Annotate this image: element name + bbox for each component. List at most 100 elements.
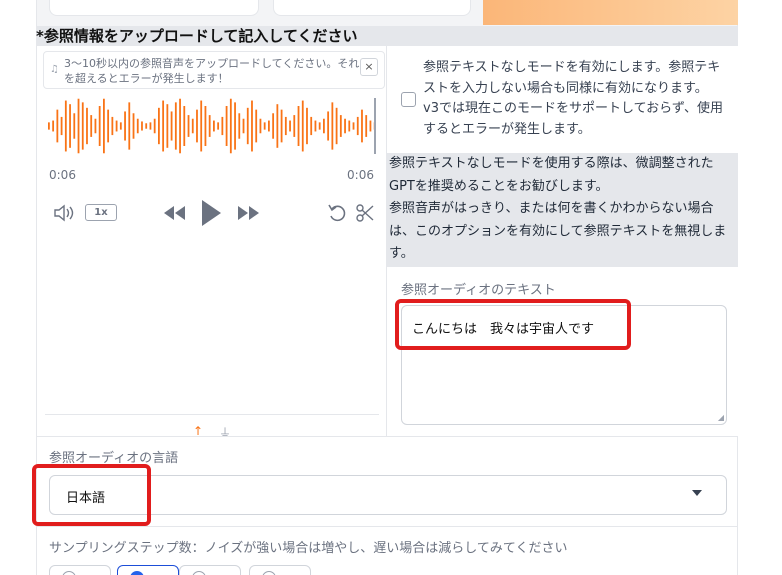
- waveform-bar: [98, 106, 101, 146]
- waveform-bar: [103, 98, 105, 154]
- no-ref-mode-checkbox[interactable]: [401, 92, 416, 107]
- waveform-bar: [81, 102, 84, 150]
- waveform-bar: [310, 116, 313, 136]
- rewind-icon[interactable]: [162, 205, 186, 221]
- waveform-bar: [229, 98, 232, 154]
- playback-speed-button[interactable]: 1x: [85, 204, 117, 221]
- waveform-bar: [369, 120, 372, 132]
- waveform-bar: [297, 106, 300, 146]
- waveform-bar: [124, 111, 126, 141]
- waveform-bar: [361, 109, 363, 143]
- waveform-bar: [356, 116, 359, 136]
- waveform-bar: [69, 104, 71, 148]
- waveform-bar: [268, 120, 270, 132]
- reference-text-input[interactable]: こんにちは 我々は宇宙人です ◢: [401, 305, 727, 425]
- reference-language-select[interactable]: 日本語: [49, 475, 727, 515]
- audio-hint-text: 3〜10秒以内の参照音声をアップロードしてください。それを超えるとエラーが発生し…: [64, 57, 360, 85]
- waveform-bar: [280, 109, 283, 143]
- waveform-bar: [225, 106, 228, 146]
- waveform-bar: [170, 111, 173, 141]
- audio-waveform[interactable]: [47, 98, 377, 154]
- waveform-bar: [318, 122, 321, 130]
- waveform-bar: [314, 120, 317, 132]
- waveform-bar: [365, 115, 368, 137]
- close-icon[interactable]: ×: [360, 58, 378, 76]
- reference-language-block: 参照オーディオの言語 日本語: [36, 436, 738, 526]
- previous-field-box[interactable]: [49, 0, 259, 16]
- waveform-bar: [272, 113, 275, 139]
- time-current: 0:06: [49, 168, 76, 182]
- waveform-bar: [339, 115, 342, 137]
- step-option[interactable]: [49, 565, 111, 575]
- waveform-bar: [56, 109, 59, 143]
- scissors-icon[interactable]: [355, 203, 375, 223]
- waveform-bar: [348, 120, 351, 132]
- waveform-bar: [221, 116, 224, 136]
- waveform-bar: [183, 106, 186, 146]
- fast-forward-icon[interactable]: [237, 205, 261, 221]
- play-icon[interactable]: [199, 199, 223, 227]
- radio-icon: [62, 571, 76, 575]
- waveform-bar: [284, 116, 287, 136]
- step-option[interactable]: [179, 565, 241, 575]
- reference-text-label: 参照オーディオのテキスト: [401, 283, 556, 298]
- sampling-steps-label: サンプリングステップ数：ノイズが強い場合は増やし、遅い場合は減らしてみてください: [49, 541, 568, 556]
- reference-text-value: こんにちは 我々は宇宙人です: [412, 322, 595, 337]
- reference-text-column: 参照テキストなしモードを有効にします。参照テキストを入力しない場合も同様に有効に…: [387, 46, 738, 436]
- step-option[interactable]: [249, 565, 311, 575]
- reference-text-block: 参照オーディオのテキスト こんにちは 我々は宇宙人です ◢: [387, 267, 738, 436]
- resize-handle-icon[interactable]: ◢: [718, 413, 724, 422]
- waveform-bar: [52, 120, 55, 132]
- waveform-bar: [208, 115, 211, 137]
- waveform-bar: [64, 100, 67, 152]
- waveform-bar: [263, 122, 266, 130]
- waveform-bar: [145, 123, 148, 129]
- playhead[interactable]: [374, 98, 376, 154]
- waveform-bar: [238, 113, 241, 139]
- waveform-bar: [90, 115, 93, 137]
- section-title: *参照情報をアップロードして記入してください: [36, 26, 738, 46]
- waveform-bar: [323, 118, 325, 134]
- audio-controls: 1x: [37, 196, 387, 232]
- waveform-bar: [289, 120, 291, 132]
- waveform-bar: [259, 118, 262, 134]
- info-line-1: 参照テキストなしモードを使用する際は、微調整されたGPTを推奨めることをお勧びし…: [389, 156, 714, 194]
- waveform-bar: [335, 107, 338, 145]
- waveform-bar: [149, 122, 152, 130]
- waveform-bar: [162, 100, 165, 152]
- waveform-bar: [196, 109, 198, 143]
- waveform-bar: [166, 104, 169, 148]
- previous-field-box[interactable]: [273, 0, 471, 16]
- undo-icon[interactable]: [327, 203, 347, 223]
- waveform-bar: [86, 107, 88, 145]
- waveform-bar: [158, 107, 160, 145]
- waveform-bar: [246, 107, 249, 145]
- reference-audio-panel: ♫ 3〜10秒以内の参照音声をアップロードしてください。それを超えるとエラーが発…: [37, 46, 387, 440]
- waveform-bar: [276, 104, 279, 148]
- waveform-bar: [107, 109, 110, 143]
- sampling-steps-block: サンプリングステップ数：ノイズが強い場合は増やし、遅い場合は減らしてみてください: [36, 526, 738, 575]
- radio-icon: [130, 571, 144, 575]
- time-total: 0:06: [347, 168, 374, 182]
- divider: [45, 414, 379, 415]
- waveform-bar: [60, 116, 63, 136]
- waveform-bar: [191, 118, 194, 134]
- step-option-selected[interactable]: [117, 565, 179, 575]
- waveform-bar: [141, 121, 143, 131]
- waveform-bar: [251, 100, 253, 152]
- waveform-bar: [301, 100, 304, 152]
- waveform-bar: [204, 106, 207, 146]
- no-ref-mode-label: 参照テキストなしモードを有効にします。参照テキストを入力しない場合も同様に有効に…: [423, 60, 724, 137]
- waveform-bar: [234, 102, 236, 150]
- waveform-bar: [242, 118, 245, 134]
- waveform-bar: [174, 102, 177, 150]
- no-ref-mode-row: 参照テキストなしモードを有効にします。参照テキストを入力しない場合も同様に有効に…: [387, 46, 738, 153]
- volume-icon[interactable]: [53, 203, 75, 223]
- waveform-bar: [331, 102, 334, 150]
- reference-language-value: 日本語: [66, 491, 106, 506]
- waveform-bar: [217, 122, 220, 130]
- radio-icon: [262, 571, 276, 575]
- waveform-bar: [187, 115, 190, 137]
- previous-orange-button[interactable]: [483, 0, 738, 25]
- waveform-bar: [128, 102, 131, 150]
